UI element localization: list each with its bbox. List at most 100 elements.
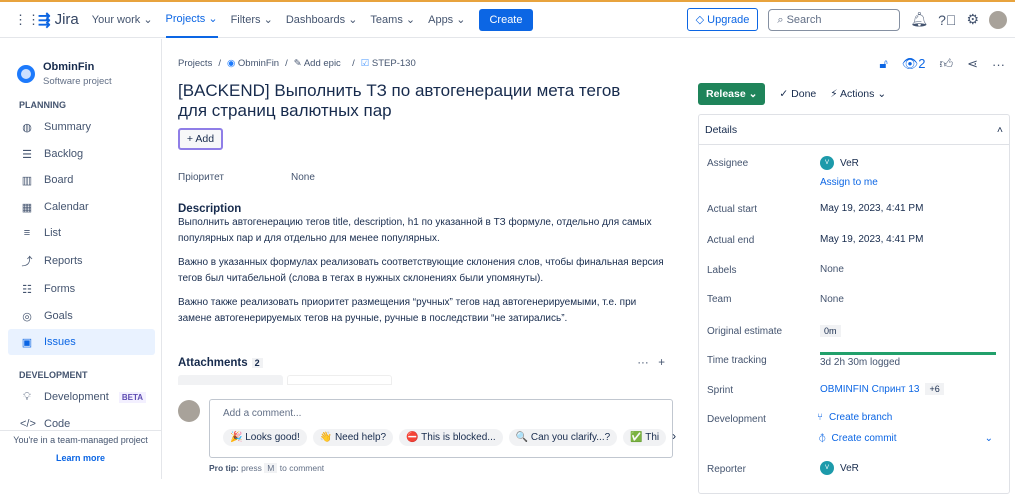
sidebar-item-calendar[interactable]: ▦ Calendar [8,194,155,220]
upgrade-button[interactable]: ◇ Upgrade [686,8,759,31]
sidebar-item-reports[interactable]: ⤴ Reports [8,248,155,274]
chevron-down-icon[interactable]: ⌄ [985,433,993,444]
top-nav: ⋮⋮⋮ ⇶ Jira Your work ⌄ Projects ⌄ Filters… [0,2,1015,38]
search-input[interactable]: ⌕ Search [768,8,901,31]
original-estimate-label: Original estimate [707,326,783,337]
original-estimate-value[interactable]: 0m [820,325,841,337]
sidebar-item-goals[interactable]: ◎ Goals [8,303,155,329]
create-button[interactable]: Create [479,8,533,31]
nav-apps[interactable]: Apps ⌄ [428,2,465,38]
release-button[interactable]: Release ⌄ [698,83,766,105]
breadcrumb-projects[interactable]: Projects [178,58,212,69]
sidebar-item-summary[interactable]: ◍ Summary [8,114,155,140]
sidebar-item-issues[interactable]: ▣ Issues [8,329,155,355]
issues-icon: ▣ [21,336,33,349]
nav-your-work[interactable]: Your work ⌄ [92,2,153,38]
project-header[interactable]: ObminFin Software project [17,61,112,87]
quick-reply-chip[interactable]: 👋 Need help? [312,429,394,446]
create-commit-link[interactable]: ⦽ Create commit [819,433,897,444]
assign-to-me-link[interactable]: Assign to me [820,177,878,188]
quick-reply-chip[interactable]: ⛔ This is blocked... [399,429,503,446]
labels-value[interactable]: None [820,264,844,275]
assignee-label: Assignee [707,158,749,169]
chevron-right-icon[interactable]: › [672,429,676,446]
comment-placeholder: Add a comment... [223,408,302,419]
more-icon[interactable]: ··· [637,357,649,369]
product-name: Jira [54,11,79,28]
time-tracking-value: 3d 2h 30m logged [820,357,901,368]
details-header[interactable]: Details ˄ [699,115,1009,145]
priority-value[interactable]: None [291,172,315,183]
description-paragraph: Важно в указанных формулах реализовать с… [178,257,664,284]
commenter-avatar [178,400,200,422]
branch-icon: ⑂ [817,412,823,423]
settings-gear-icon[interactable]: ⚙ [966,11,979,28]
comment-input[interactable]: Add a comment... 🎉 Looks good! 👋 Need he… [209,399,676,458]
reporter-avatar: V [820,461,834,475]
notifications-icon[interactable]: 🔔︎ [910,11,928,28]
assignee-name: VeR [840,157,859,169]
share-icon[interactable]: ⋖ [967,56,978,72]
quick-reply-chip[interactable]: 🔍 Can you clarify...? [508,429,618,446]
sidebar-item-list[interactable]: ≡ List [8,220,155,246]
create-branch-link[interactable]: ⑂ Create branch [817,412,892,423]
breadcrumb-add-epic[interactable]: ✎ Add epic [294,58,341,69]
add-button[interactable]: + Add [178,128,223,150]
pro-tip: Pro tip: press M to comment [209,463,324,473]
nav-filters[interactable]: Filters ⌄ [231,2,273,38]
attachments-count: 2 [251,358,263,368]
reporter-value[interactable]: V VeR [820,461,859,475]
create-commit-label: Create commit [831,433,897,444]
beta-badge: BETA [118,391,147,403]
nav-teams[interactable]: Teams ⌄ [370,2,415,38]
help-icon[interactable]: ?⃝ [938,12,956,28]
issue-title[interactable]: [BACKEND] Выполнить ТЗ по автогенерации … [178,81,648,121]
nav-dashboards[interactable]: Dashboards ⌄ [286,2,358,38]
breadcrumb-label: Add epic [303,58,341,69]
nav-projects[interactable]: Projects ⌄ [165,2,218,38]
sidebar-item-label: Board [44,174,74,186]
chevron-up-icon[interactable]: ˄ [997,124,1003,136]
reporter-name: VeR [840,462,859,474]
sidebar-item-development[interactable]: 💡︎ Development BETA [8,384,155,410]
like-icon[interactable]: 👍︎ [940,56,954,72]
attachment-thumb[interactable] [287,375,392,385]
description[interactable]: Description Выполнить автогенерацию тего… [178,203,668,335]
jira-logo[interactable]: ⇶ Jira [38,11,79,29]
actions-label: Actions [839,88,875,100]
time-tracking-bar[interactable] [820,352,996,355]
done-status[interactable]: ✓ Done [779,88,816,100]
sprint-more-badge[interactable]: +6 [925,383,944,395]
more-actions-icon[interactable]: ··· [992,57,1005,72]
app-switcher-icon[interactable]: ⋮⋮⋮ [14,12,53,28]
commit-icon: ⦽ [819,433,826,444]
sidebar-item-forms[interactable]: ☷ Forms [8,276,155,302]
breadcrumb-issue[interactable]: ☑ STEP-130 [361,58,416,69]
learn-more-link[interactable]: Learn more [0,453,161,463]
quick-reply-chip[interactable]: 🎉 Looks good! [223,429,307,446]
assignee-value[interactable]: V VeR [820,156,859,170]
actual-end-value[interactable]: May 19, 2023, 4:41 PM [820,234,923,245]
sidebar: ObminFin Software project PLANNING ◍ Summa… [0,39,162,480]
breadcrumb-project[interactable]: ◉ ObminFin [227,58,279,69]
nav-label: Filters [230,13,261,26]
sidebar-item-board[interactable]: ▥ Board [8,167,155,193]
backlog-icon: ☰ [22,148,32,161]
attachment-thumb[interactable] [178,375,283,385]
user-avatar[interactable] [989,10,1007,29]
breadcrumb-label: ObminFin [237,58,280,69]
actions-menu[interactable]: ⚡︎ Actions ⌄ [830,88,886,100]
lock-icon[interactable]: 🔓︎ [879,56,887,72]
sidebar-item-backlog[interactable]: ☰ Backlog [8,141,155,167]
quick-reply-chip[interactable]: ✅ Thi [623,429,667,446]
sprint-link[interactable]: OBMINFIN Спринт 13 [820,384,919,395]
actual-start-value[interactable]: May 19, 2023, 4:41 PM [820,203,923,214]
add-attachment-icon[interactable]: + [658,357,665,369]
sidebar-item-label: Goals [44,310,73,322]
sidebar-item-label: Issues [44,336,76,348]
description-paragraph: Важно также реализовать приоритет размещ… [178,297,637,324]
tip-text: press [241,463,262,473]
watch-button[interactable]: 👁︎2 [902,56,926,72]
attachments-heading: Attachments [178,357,248,369]
team-value[interactable]: None [820,294,844,305]
